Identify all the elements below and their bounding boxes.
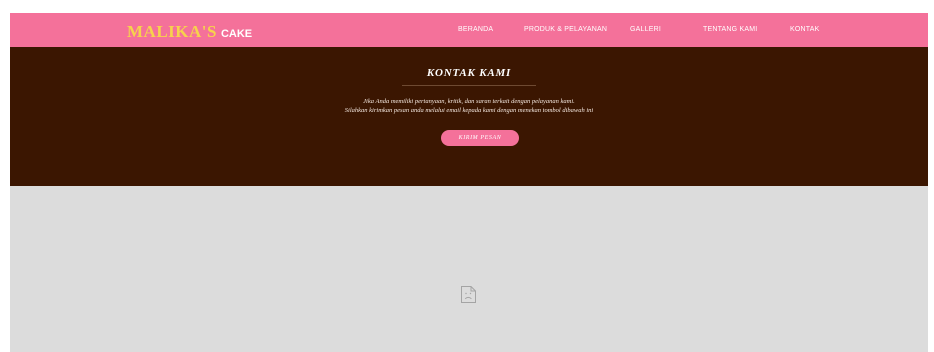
- nav-link-beranda[interactable]: BERANDA: [458, 25, 493, 35]
- page-frame: MALIKA'S CAKE BERANDA PRODUK & PELAYANAN …: [10, 13, 928, 352]
- nav-link-produk[interactable]: PRODUK & PELAYANAN: [524, 25, 607, 35]
- broken-image-icon: [461, 286, 476, 303]
- hero-text-line-1: Jika Anda memiliki pertanyaan, kritik, d…: [363, 98, 575, 105]
- nav-link-tentang-kami[interactable]: TENTANG KAMI: [703, 25, 757, 35]
- nav-links: BERANDA PRODUK & PELAYANAN GALLERI TENTA…: [10, 13, 928, 47]
- nav-link-galleri[interactable]: GALLERI: [630, 25, 661, 35]
- nav-link-kontak[interactable]: KONTAK: [790, 25, 819, 35]
- send-message-button[interactable]: KIRIM PESAN: [441, 130, 519, 146]
- map-embed-area[interactable]: [10, 186, 928, 352]
- hero-divider: [402, 85, 536, 86]
- contact-hero: KONTAK KAMI Jika Anda memiliki pertanyaa…: [10, 47, 928, 186]
- hero-text-line-2: Silahkan kirimkan pesan anda melalui ema…: [344, 107, 594, 114]
- navbar: MALIKA'S CAKE BERANDA PRODUK & PELAYANAN …: [10, 13, 928, 47]
- hero-title: KONTAK KAMI: [426, 67, 512, 79]
